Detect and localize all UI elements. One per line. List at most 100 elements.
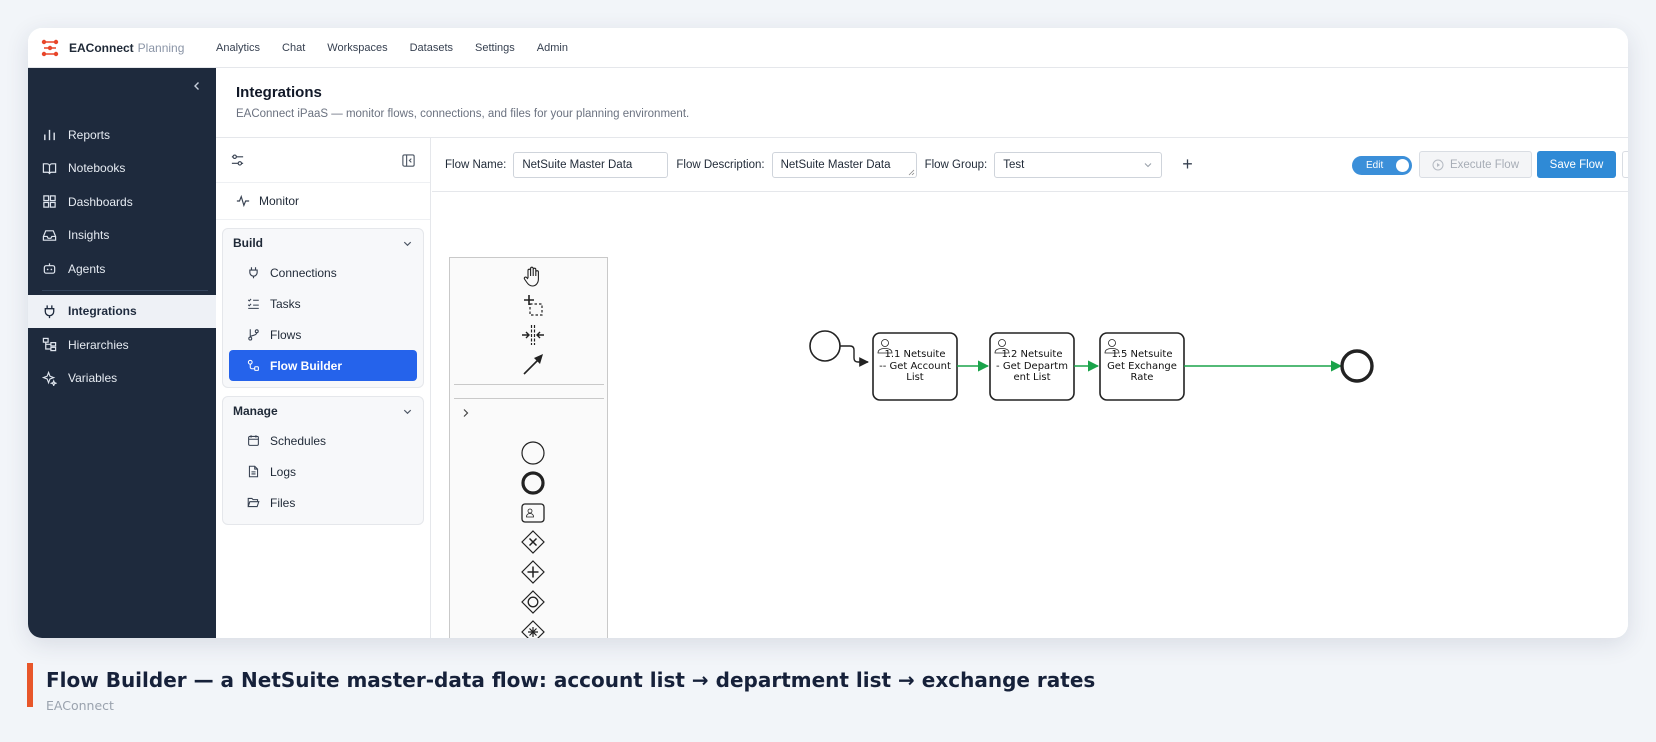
bar-chart-icon (44, 130, 55, 141)
sidebar-item-notebooks[interactable]: Notebooks (28, 152, 216, 186)
book-open-icon (42, 162, 57, 174)
sparkles-icon (42, 370, 57, 386)
task-label-1-5: 1.5 Netsuite Get Exchange Rate (1104, 349, 1180, 384)
flow-toolbar: Flow Name: NetSuite Master Data Flow Des… (432, 138, 1628, 192)
plug-icon (249, 267, 258, 279)
task-label-line: Get Exchange (1107, 360, 1177, 372)
panel-item-label: Flow Builder (270, 358, 342, 373)
task-label-line: Rate (1130, 372, 1154, 383)
sliders-icon[interactable] (230, 153, 245, 168)
sidebar-item-dashboards[interactable]: Dashboards (28, 185, 216, 219)
save-flow-label: Save Flow (1549, 158, 1604, 171)
sidebar-item-label: Integrations (68, 304, 137, 319)
topnav-chat[interactable]: Chat (282, 42, 305, 54)
panel-item-label: Schedules (270, 433, 327, 448)
page-title: Integrations (236, 84, 322, 101)
panel-item-label: Files (270, 495, 296, 510)
chevron-down-icon (1144, 162, 1152, 167)
edit-toggle[interactable]: Edit (1352, 156, 1412, 175)
toggle-knob (1396, 159, 1409, 172)
hierarchy-icon (42, 338, 57, 352)
sidebar-item-integrations[interactable]: Integrations (28, 294, 216, 328)
task-label-line: ent List (1013, 372, 1051, 383)
file-text-icon (248, 465, 259, 478)
start-event[interactable] (809, 330, 841, 362)
save-flow-button[interactable]: Save Flow (1537, 151, 1616, 178)
folder-open-icon (247, 497, 260, 508)
topnav-admin[interactable]: Admin (537, 42, 568, 54)
panel-item-files[interactable]: Files (229, 487, 417, 518)
panel-item-monitor[interactable]: Monitor (216, 182, 430, 220)
sidebar-item-insights[interactable]: Insights (28, 219, 216, 253)
caption-title: Flow Builder — a NetSuite master-data fl… (46, 668, 1096, 692)
calendar-icon (248, 435, 259, 446)
sidebar-item-variables[interactable]: Variables (28, 362, 216, 396)
sidebar-item-label: Reports (68, 127, 111, 142)
panel-item-flow-builder[interactable]: Flow Builder (229, 350, 417, 381)
sequence-flow-start[interactable] (840, 345, 869, 367)
sidebar-item-hierarchies[interactable]: Hierarchies (28, 328, 216, 362)
topnav-workspaces[interactable]: Workspaces (327, 42, 387, 54)
panel-item-label: Connections (270, 265, 337, 280)
flow-description-value: NetSuite Master Data (780, 158, 891, 171)
brand-logo-icon (41, 39, 59, 56)
task-label-1-1: 1.1 Netsuite -- Get Account List (877, 349, 953, 384)
sidebar-item-label: Notebooks (68, 161, 126, 176)
top-nav: Analytics Chat Workspaces Datasets Setti… (216, 42, 590, 54)
panel-item-connections[interactable]: Connections (229, 257, 417, 288)
panel-item-label: Tasks (270, 296, 301, 311)
panel-header (216, 138, 430, 182)
topnav-settings[interactable]: Settings (475, 42, 515, 54)
sidebar-item-reports[interactable]: Reports (28, 118, 216, 152)
monitor-label: Monitor (259, 194, 300, 208)
bot-icon (43, 263, 56, 275)
inbox-icon (42, 229, 57, 241)
panel-collapse-icon[interactable] (401, 153, 416, 168)
build-group-title: Build (233, 236, 263, 250)
panel-item-label: Logs (270, 464, 297, 479)
topnav-datasets[interactable]: Datasets (410, 42, 453, 54)
flow-description-label: Flow Description: (676, 158, 765, 171)
panel-item-schedules[interactable]: Schedules (229, 425, 417, 456)
chevron-left-icon (194, 82, 199, 90)
list-checks-icon (247, 298, 259, 309)
end-event[interactable] (1340, 349, 1374, 383)
manage-group-header[interactable]: Manage (223, 397, 423, 425)
panel-item-flows[interactable]: Flows (229, 319, 417, 350)
app-window: EAConnect Planning Analytics Chat Worksp… (28, 28, 1628, 638)
caption-subtitle: EAConnect (46, 698, 114, 713)
manage-group-title: Manage (233, 404, 278, 418)
flow-diagram (809, 330, 1374, 401)
chevron-down-icon (403, 241, 412, 246)
caption-accent-bar (27, 663, 33, 707)
flow-group-select[interactable]: Test (994, 151, 1163, 178)
workflow-icon (247, 359, 259, 371)
panel-item-label: Flows (270, 327, 302, 342)
add-group-button[interactable]: + (1182, 154, 1193, 175)
execute-flow-button[interactable]: Execute Flow (1419, 151, 1532, 178)
plug-icon (44, 305, 55, 318)
panel-item-logs[interactable]: Logs (229, 456, 417, 487)
task-label-line: -- Get Account (879, 360, 951, 372)
panel-item-tasks[interactable]: Tasks (229, 288, 417, 319)
task-label-line: 1.2 Netsuite (1001, 349, 1063, 360)
brand-suffix: Planning (137, 40, 185, 55)
flow-description-input[interactable]: NetSuite Master Data (771, 151, 917, 178)
bpmn-canvas[interactable]: 1.1 Netsuite -- Get Account List 1.2 Net… (432, 193, 1628, 638)
sidebar-collapse-button[interactable] (192, 80, 202, 95)
brand[interactable]: EAConnect Planning (28, 38, 216, 58)
git-branch-icon (248, 329, 259, 341)
flow-group-value: Test (1003, 158, 1025, 171)
flow-name-input[interactable]: NetSuite Master Data (513, 151, 669, 178)
resize-handle-icon[interactable] (908, 169, 915, 176)
task-label-line: 1.1 Netsuite (884, 349, 946, 360)
chevron-down-icon (403, 409, 412, 414)
top-bar: EAConnect Planning Analytics Chat Worksp… (28, 28, 1628, 68)
overflow-button[interactable] (1622, 151, 1628, 178)
build-group-header[interactable]: Build (223, 229, 423, 257)
layout-grid-icon (43, 195, 56, 208)
main-content: Integrations EAConnect iPaaS — monitor f… (216, 68, 1628, 638)
topnav-analytics[interactable]: Analytics (216, 42, 260, 54)
sidebar-item-agents[interactable]: Agents (28, 252, 216, 286)
flow-group-label: Flow Group: (924, 158, 988, 171)
